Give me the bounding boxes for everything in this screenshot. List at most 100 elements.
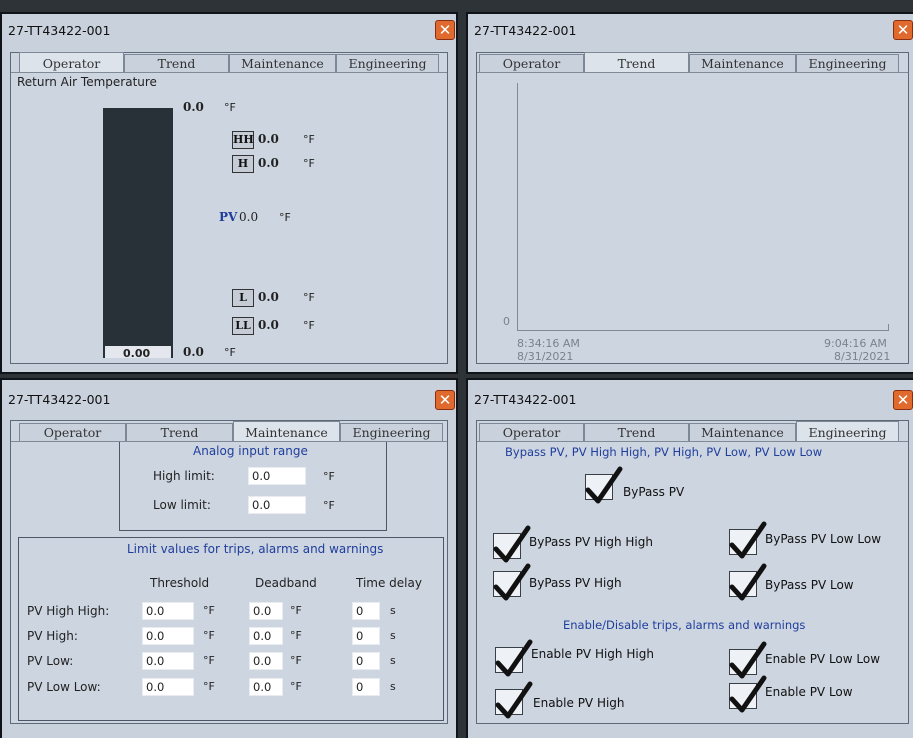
checkmark-icon xyxy=(493,563,531,601)
delay-unit: s xyxy=(390,604,396,617)
checkmark-icon xyxy=(493,525,531,563)
limits-group: Limit values for trips, alarms and warni… xyxy=(18,537,444,721)
window-title: 27-TT43422-001 xyxy=(8,392,111,407)
enable-pv-high-checkbox[interactable] xyxy=(495,681,533,719)
high-limit-unit: °F xyxy=(323,470,335,483)
threshold-input[interactable]: 0.0 xyxy=(142,652,194,670)
delay-input[interactable]: 0 xyxy=(352,602,380,620)
deadband-input[interactable]: 0.0 xyxy=(249,652,283,670)
tab-maintenance[interactable]: Maintenance xyxy=(229,54,336,72)
tab-trend[interactable]: Trend xyxy=(126,423,233,441)
tab-divider xyxy=(477,72,908,73)
delay-unit: s xyxy=(390,654,396,667)
low-limit-unit: °F xyxy=(323,499,335,512)
bypass-pv-high-high-checkbox[interactable] xyxy=(493,525,531,563)
bypass-pv-checkbox[interactable] xyxy=(585,466,623,504)
bar-reading-box: 0.00 xyxy=(105,346,171,358)
deadband-input[interactable]: 0.0 xyxy=(249,627,283,645)
checkmark-icon xyxy=(729,563,767,601)
row-label: PV Low Low: xyxy=(27,680,101,694)
bypass-pv-low-low-label: ByPass PV Low Low xyxy=(765,532,882,546)
h-value: 0.0 xyxy=(258,156,279,170)
row-label: PV High: xyxy=(27,629,78,643)
close-button[interactable]: ✕ xyxy=(435,20,455,40)
low-limit-input[interactable]: 0.0 xyxy=(248,496,306,514)
trend-start-time: 8:34:16 AM xyxy=(517,337,580,350)
limit-row-low: PV Low: 0.0 °F 0.0 °F 0 s xyxy=(19,651,443,673)
tab-engineering[interactable]: Engineering xyxy=(796,421,899,441)
checkmark-icon xyxy=(495,639,533,677)
trend-plot-area[interactable] xyxy=(517,83,889,331)
l-badge: L xyxy=(232,289,254,307)
title-bar[interactable]: 27-TT43422-001 ✕ xyxy=(468,14,913,48)
title-bar[interactable]: 27-TT43422-001 ✕ xyxy=(468,380,913,414)
threshold-input[interactable]: 0.0 xyxy=(142,602,194,620)
enable-pv-low-label: Enable PV Low xyxy=(765,685,853,699)
tab-operator[interactable]: Operator xyxy=(479,423,584,441)
tab-maintenance[interactable]: Maintenance xyxy=(689,54,796,72)
deadband-unit: °F xyxy=(290,629,302,642)
high-limit-input[interactable]: 0.0 xyxy=(248,467,306,485)
tab-engineering[interactable]: Engineering xyxy=(336,54,439,72)
tab-operator[interactable]: Operator xyxy=(19,423,126,441)
delay-input[interactable]: 0 xyxy=(352,678,380,696)
threshold-input[interactable]: 0.0 xyxy=(142,678,194,696)
h-badge: H xyxy=(232,155,254,173)
tab-trend[interactable]: Trend xyxy=(584,52,689,72)
l-unit: °F xyxy=(303,291,315,304)
bypass-title: Bypass PV, PV High High, PV High, PV Low… xyxy=(505,445,823,459)
delay-unit: s xyxy=(390,629,396,642)
limits-title: Limit values for trips, alarms and warni… xyxy=(127,542,384,556)
enable-pv-low-checkbox[interactable] xyxy=(729,675,767,713)
range-min-unit: °F xyxy=(224,346,236,359)
deadband-input[interactable]: 0.0 xyxy=(249,678,283,696)
close-button[interactable]: ✕ xyxy=(893,20,913,40)
trend-start-date: 8/31/2021 xyxy=(517,350,574,363)
analog-range-title: Analog input range xyxy=(193,444,308,458)
deadband-unit: °F xyxy=(290,604,302,617)
tab-engineering[interactable]: Engineering xyxy=(796,54,899,72)
bypass-pv-low-label: ByPass PV Low xyxy=(765,578,854,592)
enable-pv-low-low-checkbox[interactable] xyxy=(729,641,767,679)
threshold-unit: °F xyxy=(203,604,215,617)
bypass-pv-low-low-checkbox[interactable] xyxy=(729,521,767,559)
enable-pv-high-high-checkbox[interactable] xyxy=(495,639,533,677)
trend-end-time: 9:04:16 AM xyxy=(824,337,887,350)
limit-row-low-low: PV Low Low: 0.0 °F 0.0 °F 0 s xyxy=(19,677,443,699)
checkmark-icon xyxy=(585,466,623,504)
close-button[interactable]: ✕ xyxy=(435,390,455,410)
bypass-pv-high-label: ByPass PV High xyxy=(529,576,622,590)
tab-trend[interactable]: Trend xyxy=(584,423,689,441)
deadband-unit: °F xyxy=(290,654,302,667)
bypass-pv-high-checkbox[interactable] xyxy=(493,563,531,601)
tab-maintenance[interactable]: Maintenance xyxy=(689,423,796,441)
title-bar[interactable]: 27-TT43422-001 ✕ xyxy=(2,380,456,414)
analog-range-group: Analog input range High limit: 0.0 °F Lo… xyxy=(119,442,387,531)
deadband-input[interactable]: 0.0 xyxy=(249,602,283,620)
tab-panel: Operator Trend Maintenance Engineering R… xyxy=(10,52,448,364)
delay-unit: s xyxy=(390,680,396,693)
tab-trend[interactable]: Trend xyxy=(124,54,229,72)
tab-maintenance[interactable]: Maintenance xyxy=(233,421,340,441)
limit-row-high: PV High: 0.0 °F 0.0 °F 0 s xyxy=(19,626,443,648)
close-button[interactable]: ✕ xyxy=(893,390,913,410)
trend-y-tick: 0 xyxy=(503,315,510,328)
checkmark-icon xyxy=(729,521,767,559)
delay-input[interactable]: 0 xyxy=(352,627,380,645)
bypass-pv-low-checkbox[interactable] xyxy=(729,563,767,601)
low-limit-label: Low limit: xyxy=(153,498,211,512)
enable-pv-low-low-label: Enable PV Low Low xyxy=(765,652,881,666)
delay-input[interactable]: 0 xyxy=(352,652,380,670)
col-deadband: Deadband xyxy=(255,576,317,590)
tab-operator[interactable]: Operator xyxy=(19,52,124,72)
trend-end-date: 8/31/2021 xyxy=(834,350,891,363)
col-time-delay: Time delay xyxy=(356,576,422,590)
window-title: 27-TT43422-001 xyxy=(8,23,111,38)
threshold-input[interactable]: 0.0 xyxy=(142,627,194,645)
tab-engineering[interactable]: Engineering xyxy=(340,423,443,441)
level-bar xyxy=(103,108,173,358)
trend-x-axis xyxy=(517,330,889,331)
title-bar[interactable]: 27-TT43422-001 ✕ xyxy=(2,14,456,48)
enable-pv-high-high-label: Enable PV High High xyxy=(531,647,654,661)
tab-operator[interactable]: Operator xyxy=(479,54,584,72)
